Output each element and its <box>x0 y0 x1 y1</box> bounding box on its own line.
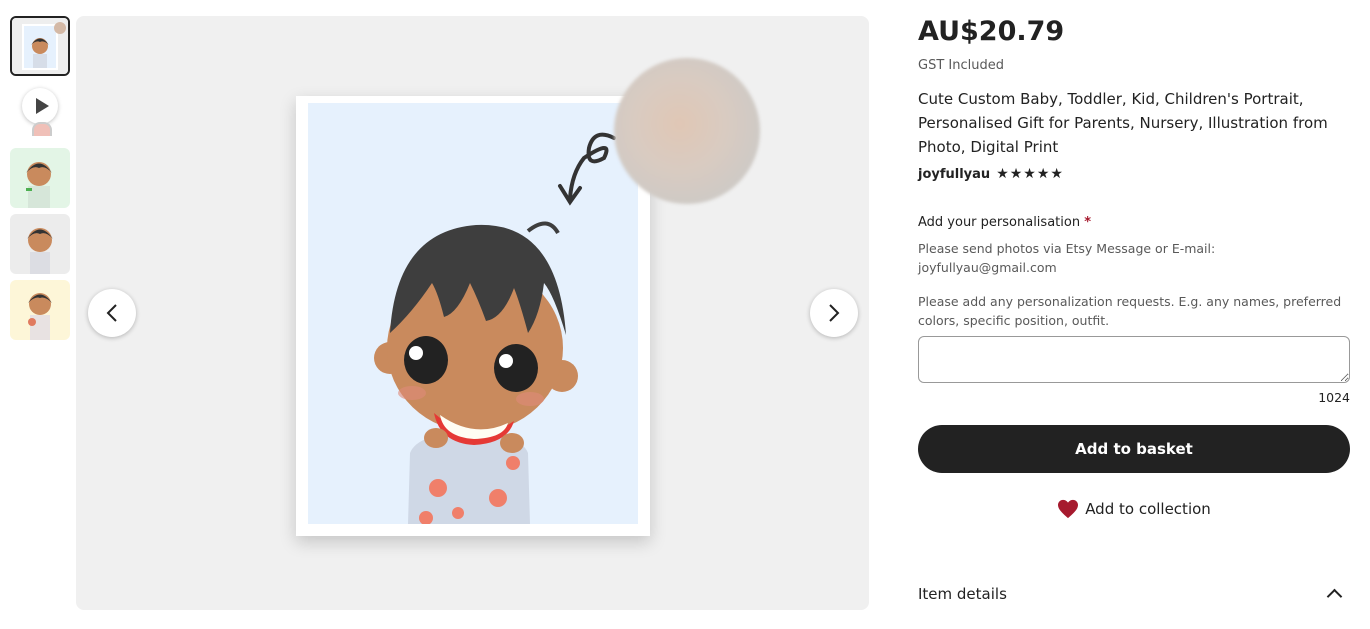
play-icon[interactable] <box>22 88 58 124</box>
personalisation-label-text: Add your personalisation <box>918 215 1081 230</box>
thumbnail-1-image <box>12 18 68 74</box>
heart-icon <box>1058 499 1079 519</box>
price: AU$20.79 <box>918 16 1065 47</box>
tax-note: GST Included <box>918 58 1004 73</box>
chevron-right-icon <box>829 304 840 322</box>
add-to-collection-label: Add to collection <box>1085 500 1211 518</box>
chevron-left-icon <box>106 304 117 322</box>
thumbnail-1[interactable] <box>10 16 70 76</box>
instructions-email: joyfullyau@gmail.com <box>918 260 1057 275</box>
thumbnail-list <box>10 16 70 346</box>
personalisation-label: Add your personalisation * <box>918 215 1091 230</box>
star-rating-icon[interactable]: ★★★★★ <box>996 166 1064 182</box>
shop-info: joyfullyau ★★★★★ <box>918 166 1064 182</box>
video-preview <box>32 122 52 136</box>
add-to-basket-button[interactable]: Add to basket <box>918 425 1350 473</box>
item-details-label: Item details <box>918 585 1007 603</box>
reference-photo-circle <box>614 58 760 204</box>
add-to-collection-button[interactable]: Add to collection <box>918 496 1350 522</box>
previous-image-button[interactable] <box>88 289 136 337</box>
listing-title: Cute Custom Baby, Toddler, Kid, Children… <box>918 90 1328 156</box>
thumbnail-3-image <box>10 148 70 208</box>
required-mark: * <box>1084 215 1092 230</box>
thumbnail-4-image <box>10 214 70 274</box>
thumbnail-5[interactable] <box>10 280 70 340</box>
thumbnail-4[interactable] <box>10 214 70 274</box>
next-image-button[interactable] <box>810 289 858 337</box>
chevron-up-icon <box>1326 588 1343 605</box>
thumbnail-5-image <box>10 280 70 340</box>
video-thumbnail[interactable] <box>10 82 70 142</box>
item-details-toggle[interactable]: Item details <box>918 580 1350 608</box>
thumbnail-3[interactable] <box>10 148 70 208</box>
instructions-line-1: Please send photos via Etsy Message or E… <box>918 241 1216 256</box>
personalisation-input[interactable] <box>918 336 1350 383</box>
personalisation-instructions: Please send photos via Etsy Message or E… <box>918 239 1350 277</box>
curly-arrow-icon <box>558 132 616 206</box>
character-counter: 1024 <box>1318 390 1350 405</box>
shop-name-link[interactable]: joyfullyau <box>918 167 990 182</box>
main-listing-image[interactable] <box>76 16 869 610</box>
personalisation-requests-note: Please add any personalization requests.… <box>918 294 1342 328</box>
